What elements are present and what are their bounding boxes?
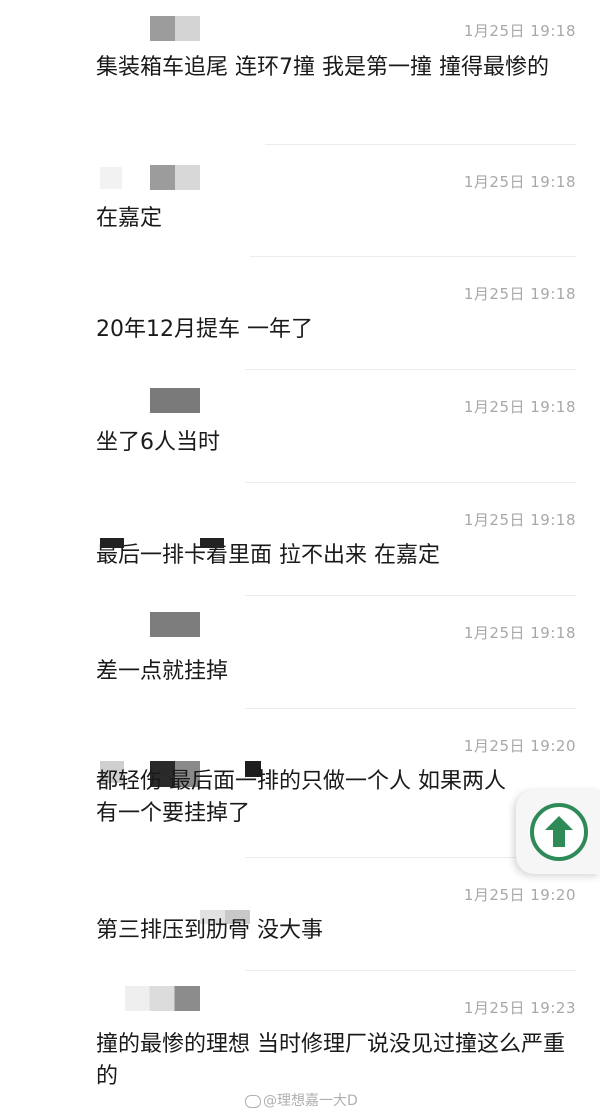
comment-time: 1月25日 19:18 [463,22,576,40]
avatar[interactable] [150,165,200,190]
comment-time: 1月25日 19:18 [463,173,576,191]
avatar[interactable] [125,986,200,1011]
comment-text[interactable]: 撞的最惨的理想 当时修理厂说没见过撞这么严重的 [96,1029,574,1093]
avatar[interactable] [150,612,200,637]
comment-item[interactable]: 1月25日 19:18 坐了6人当时 [0,370,600,482]
comment-item[interactable]: 1月25日 19:20 第三排压到肋骨 没大事 [0,858,600,970]
comment-text[interactable]: 集装箱车追尾 连环7撞 我是第一撞 撞得最惨的 [96,52,574,84]
avatar-blur [100,167,122,189]
watermark: @理想嘉一大D [245,1090,358,1110]
comment-text[interactable]: 差一点就挂掉 [96,656,574,688]
comment-text[interactable]: 最后一排卡着里面 拉不出来 在嘉定 [96,540,574,572]
comment-item[interactable]: 1月25日 19:18 差一点就挂掉 [0,596,600,708]
comment-time: 1月25日 19:23 [463,999,576,1017]
comment-time: 1月25日 19:18 [463,398,576,416]
comment-item[interactable]: 1月25日 19:18 在嘉定 [0,145,600,255]
comment-item[interactable]: 1月25日 19:18 最后一排卡着里面 拉不出来 在嘉定 [0,483,600,595]
avatar[interactable] [150,388,200,413]
comment-text[interactable]: 在嘉定 [96,203,574,235]
comment-item[interactable]: 1月25日 19:18 20年12月提车 一年了 [0,257,600,369]
comment-time: 1月25日 19:20 [463,886,576,904]
comment-time: 1月25日 19:18 [463,624,576,642]
arrow-up-circle-icon [530,803,588,861]
comment-text[interactable]: 20年12月提车 一年了 [96,314,574,346]
censor-block [100,538,124,548]
comment-text[interactable]: 第三排压到肋骨 没大事 [96,915,574,947]
comment-time: 1月25日 19:18 [463,511,576,529]
comment-text[interactable]: 坐了6人当时 [96,427,574,459]
censor-block [200,538,224,548]
weibo-logo-icon [245,1094,261,1108]
comment-time: 1月25日 19:18 [463,285,576,303]
scroll-to-top-button[interactable] [516,790,600,874]
comment-text[interactable]: 都轻伤 最后面一排的只做一个人 如果两人有一个要挂掉了 [96,766,516,830]
watermark-text: @理想嘉一大D [263,1093,358,1109]
avatar[interactable] [150,16,200,41]
comment-item[interactable]: 1月25日 19:20 都轻伤 最后面一排的只做一个人 如果两人有一个要挂掉了 [0,709,600,857]
comment-time: 1月25日 19:20 [463,737,576,755]
comment-item[interactable]: 1月25日 19:18 集装箱车追尾 连环7撞 我是第一撞 撞得最惨的 [0,0,600,130]
